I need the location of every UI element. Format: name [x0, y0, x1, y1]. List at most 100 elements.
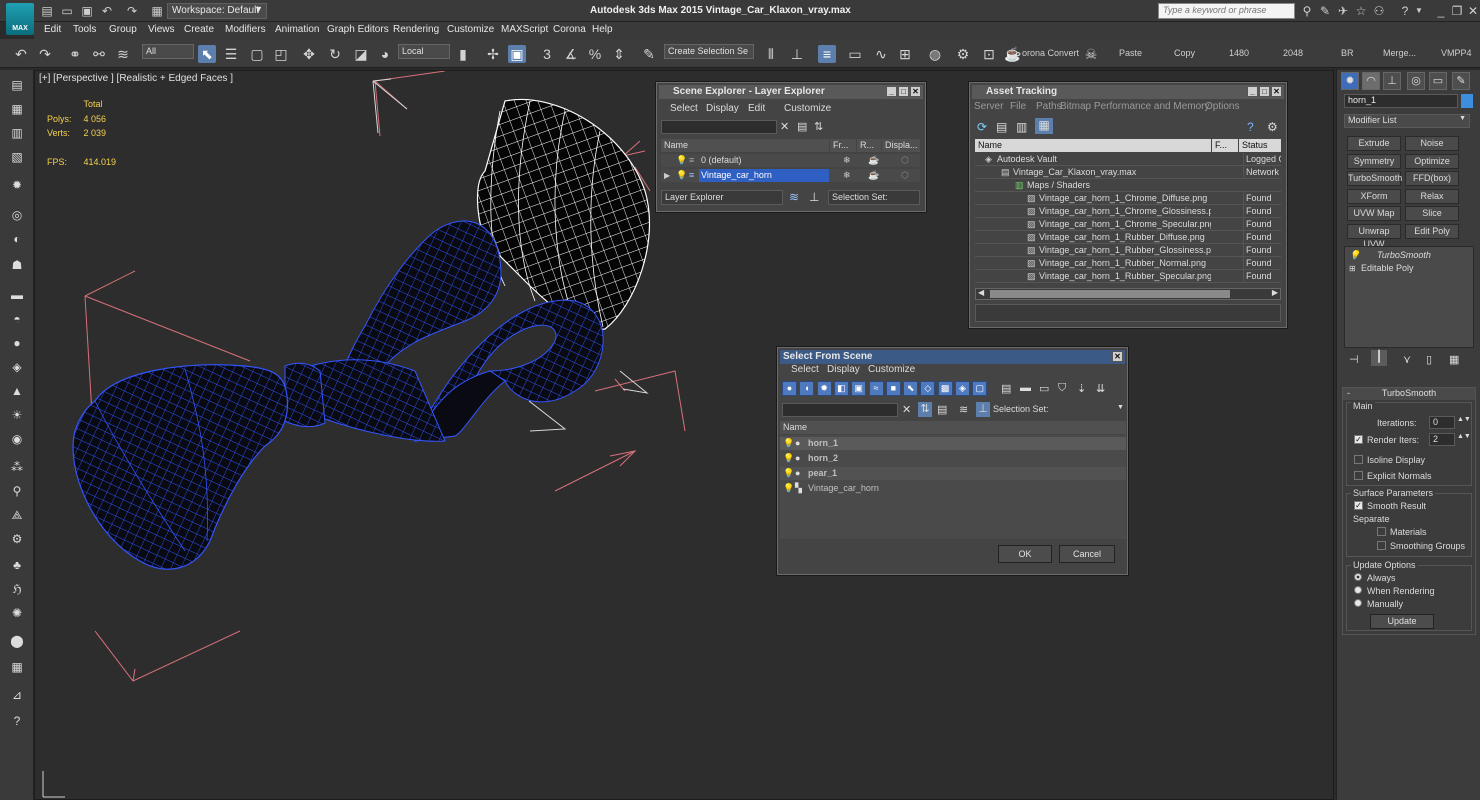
- perspective-viewport[interactable]: [+] [Perspective ] [Realistic + Edged Fa…: [34, 70, 1334, 800]
- asset-menu-file[interactable]: File: [1010, 101, 1026, 112]
- help-icon[interactable]: ?: [1247, 120, 1254, 134]
- menu-corona[interactable]: Corona: [553, 24, 586, 35]
- communication-center-icon[interactable]: ✎: [1318, 4, 1332, 18]
- modifier-button-ffd-box[interactable]: FFD(box): [1405, 171, 1459, 186]
- pivot-center-icon[interactable]: ▮: [454, 45, 472, 63]
- display-none-icon[interactable]: ▬: [1020, 382, 1031, 394]
- scene-explorer-menu-display[interactable]: Display: [706, 103, 739, 114]
- scene-explorer-icon[interactable]: ▤: [8, 76, 26, 94]
- light-bulb-icon[interactable]: 💡: [1349, 249, 1360, 262]
- display-tab-icon[interactable]: ▭: [1429, 72, 1447, 90]
- scene-explorer-menu-customize[interactable]: Customize: [784, 103, 831, 114]
- maximize-icon[interactable]: □: [898, 86, 909, 97]
- asset-row[interactable]: ▨ Vintage_car_horn_1_Rubber_Diffuse.png Fo…: [975, 231, 1281, 244]
- select-place-icon[interactable]: ◕: [376, 45, 394, 63]
- explorer-type-dropdown[interactable]: Layer Explorer: [661, 190, 783, 205]
- angle-snap-icon[interactable]: ∡: [562, 45, 580, 63]
- menu-graph-editors[interactable]: Graph Editors: [327, 24, 389, 35]
- layers-icon[interactable]: ▥: [8, 124, 26, 142]
- layers-toggle-icon[interactable]: ≋: [959, 403, 968, 416]
- expand-arrow-icon[interactable]: ▶: [664, 169, 670, 182]
- modifier-button-symmetry[interactable]: Symmetry: [1347, 153, 1401, 169]
- modifier-button-optimize[interactable]: Optimize: [1405, 153, 1459, 169]
- display-all-icon[interactable]: ▤: [1001, 382, 1011, 395]
- scene-explorer-menu-edit[interactable]: Edit: [748, 103, 765, 114]
- ok-button[interactable]: OK: [998, 545, 1052, 563]
- layer-explorer-icon[interactable]: ≡: [818, 45, 836, 63]
- measure-icon[interactable]: ⟁: [8, 506, 26, 524]
- scene-explorer-search-input[interactable]: [661, 120, 777, 134]
- track-view-icon[interactable]: ▧: [8, 148, 26, 166]
- mirror-icon[interactable]: ⫴: [762, 45, 780, 63]
- smoothing-groups-checkbox[interactable]: [1377, 541, 1386, 550]
- column-header-display[interactable]: Displa...: [882, 139, 920, 152]
- asset-column-name[interactable]: Name: [975, 139, 1211, 152]
- modifier-button-xform[interactable]: XForm: [1347, 188, 1401, 204]
- light-bulb-icon[interactable]: 💡: [783, 482, 794, 495]
- geometry-filter-icon[interactable]: ●: [782, 381, 797, 396]
- make-unique-icon[interactable]: ⋎: [1403, 353, 1411, 366]
- snaps-toggle-icon[interactable]: 3: [538, 45, 556, 63]
- teapot-icon[interactable]: ☗: [8, 256, 26, 274]
- shell-icon[interactable]: ✺: [8, 604, 26, 622]
- menu-help[interactable]: Help: [592, 24, 613, 35]
- sort-icon[interactable]: ▤: [937, 403, 947, 416]
- freeze-snowflake-icon[interactable]: ❄: [843, 154, 851, 167]
- subscription-icon[interactable]: ✈: [1336, 4, 1350, 18]
- render-production-icon[interactable]: ☕: [1004, 45, 1022, 63]
- scroll-left-icon[interactable]: ◀: [978, 288, 984, 297]
- list-view-icon[interactable]: ▤: [996, 120, 1007, 134]
- menu-animation[interactable]: Animation: [275, 24, 319, 35]
- rectangular-selection-icon[interactable]: ▢: [248, 45, 266, 63]
- restore-window-icon[interactable]: ❐: [1450, 4, 1464, 18]
- asset-row[interactable]: ▨ Vintage_car_horn_1_Rubber_Normal.png Fou…: [975, 257, 1281, 270]
- stack-item-turbosmooth[interactable]: 💡 TurboSmooth: [1347, 249, 1473, 262]
- scene-explorer-title-bar[interactable]: Scene Explorer - Layer Explorer _ □ ✕: [659, 85, 923, 99]
- sun-icon[interactable]: ☀: [8, 406, 26, 424]
- motion-tab-icon[interactable]: ◎: [1407, 72, 1425, 90]
- update-always-radio[interactable]: [1354, 573, 1362, 581]
- asset-row[interactable]: ▨ Vintage_car_horn_1_Rubber_Glossiness.pn…: [975, 244, 1281, 257]
- scene-explorer-window[interactable]: Scene Explorer - Layer Explorer _ □ ✕ Se…: [655, 81, 927, 213]
- asset-row[interactable]: ▨ Vintage_car_horn_1_Chrome_Glossiness.pn…: [975, 205, 1281, 218]
- compass-icon[interactable]: ◐: [8, 230, 26, 248]
- object-row-vintage-car-horn[interactable]: 💡 ▚ Vintage_car_horn: [780, 482, 1126, 495]
- camera-icon[interactable]: ◎: [8, 206, 26, 224]
- modifier-button-extrude[interactable]: Extrude: [1347, 136, 1401, 151]
- geosphere-icon[interactable]: ◈: [8, 358, 26, 376]
- cameras-filter-icon[interactable]: ◧: [833, 381, 849, 396]
- asset-tracking-window[interactable]: Asset Tracking _ □ ✕ Server File Paths B…: [968, 81, 1288, 329]
- window-crossing-icon[interactable]: ◰: [272, 45, 290, 63]
- sfs-selection-set-label[interactable]: Selection Set:: [993, 404, 1049, 414]
- workspace-dropdown[interactable]: Workspace: Default ▼: [167, 3, 267, 19]
- menu-tools[interactable]: Tools: [73, 24, 96, 35]
- modifier-button-slice[interactable]: Slice: [1405, 206, 1459, 221]
- modifier-button-uvw-map[interactable]: UVW Map: [1347, 206, 1401, 221]
- materials-checkbox[interactable]: [1377, 527, 1386, 536]
- undo-icon[interactable]: ↶: [100, 4, 114, 18]
- asset-column-status[interactable]: Status: [1239, 139, 1281, 152]
- hierarchy-tab-icon[interactable]: ⊥: [1383, 72, 1401, 90]
- select-by-name-icon[interactable]: ☰: [222, 45, 240, 63]
- hair-fur-icon[interactable]: ℌ: [8, 580, 26, 598]
- stack-item-editable-poly[interactable]: ⊞ Editable Poly: [1347, 262, 1473, 275]
- menu-maxscript[interactable]: MAXScript: [501, 24, 548, 35]
- hemisphere-icon[interactable]: ◓: [8, 310, 26, 328]
- new-file-icon[interactable]: ▤: [40, 4, 54, 18]
- render-teapot-icon[interactable]: ☕: [868, 169, 879, 182]
- sfs-menu-select[interactable]: Select: [791, 364, 819, 375]
- spacewarps-filter-icon[interactable]: ≈: [868, 381, 884, 396]
- horizontal-scrollbar[interactable]: ◀ ▶: [975, 288, 1281, 300]
- asset-menu-server[interactable]: Server: [974, 101, 1003, 112]
- hierarchy-icon[interactable]: ⊥: [976, 402, 990, 417]
- light-bulb-icon[interactable]: 💡: [676, 169, 687, 182]
- clear-search-icon[interactable]: ✕: [780, 120, 789, 133]
- dumbbell-icon[interactable]: ⚲: [8, 482, 26, 500]
- modifier-button-edit-poly[interactable]: Edit Poly: [1405, 223, 1459, 239]
- light-bulb-icon[interactable]: 💡: [783, 437, 794, 450]
- close-icon[interactable]: ✕: [910, 86, 921, 97]
- column-header-name[interactable]: Name: [661, 139, 829, 152]
- sfs-column-name[interactable]: Name: [780, 421, 1126, 434]
- xrefs-filter-icon[interactable]: ⬉: [903, 381, 919, 396]
- settings-icon[interactable]: ⚙: [1267, 120, 1278, 134]
